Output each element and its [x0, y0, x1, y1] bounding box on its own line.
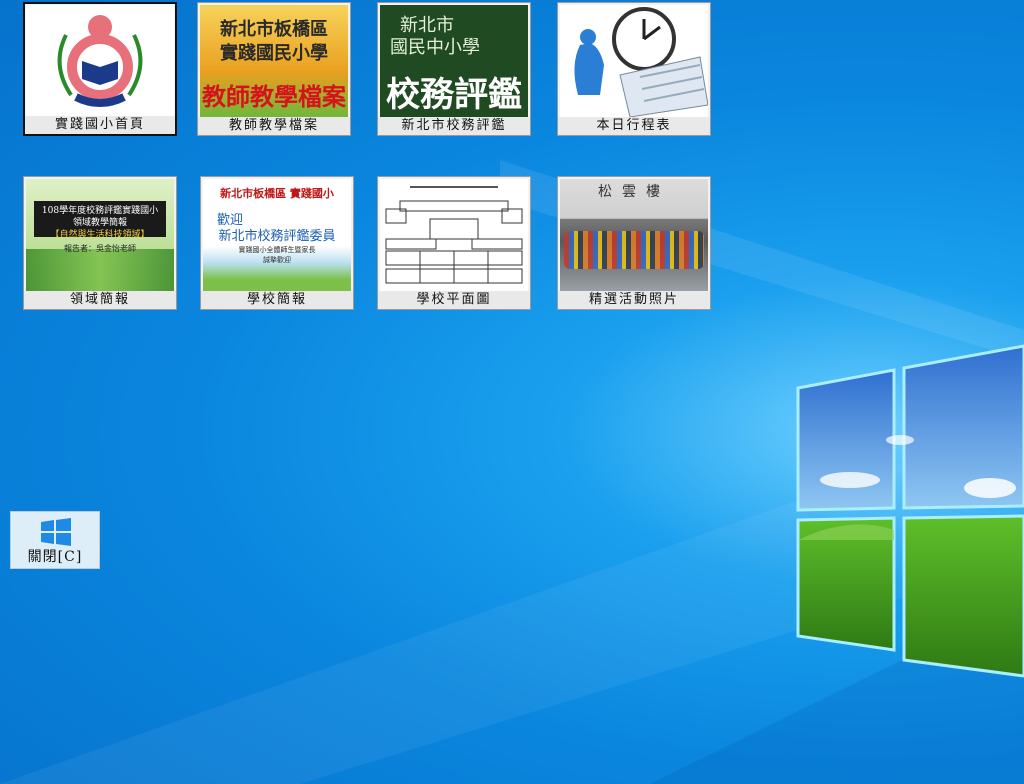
tile-label: 教師教學檔案 — [198, 117, 350, 135]
tile-school-briefing[interactable]: 新北市板橋區 實踐國小 歡迎 新北市校務評鑑委員 實踐國小全體師生暨家長 誠摯歡… — [200, 176, 354, 310]
tile-activity-photos[interactable]: 松雲樓 精選活動照片 — [557, 176, 711, 310]
tile-floor-plan[interactable]: 學校平面圖 — [377, 176, 531, 310]
school-emblem-icon — [26, 5, 174, 117]
tile-daily-schedule[interactable]: 本日行程表 — [557, 2, 711, 136]
banner-line-2: 實踐國民小學 — [220, 43, 328, 64]
chalkboard-banner: 新北市 國民中小學 校務評鑑 — [380, 5, 528, 117]
floor-plan-drawing — [380, 179, 528, 291]
slide-footer-1: 實踐國小全體師生暨家長 — [238, 246, 316, 254]
tile-school-evaluation[interactable]: 新北市 國民中小學 校務評鑑 新北市校務評鑑 — [377, 2, 531, 136]
tile-teacher-portfolio[interactable]: 新北市板橋區 實踐國民小學 教師教學檔案 教師教學檔案 — [197, 2, 351, 136]
windows-wallpaper-logo — [796, 344, 1024, 678]
slide-footer-2: 誠摯歡迎 — [263, 256, 291, 264]
tile-label: 學校平面圖 — [378, 291, 530, 309]
group-photo: 松雲樓 — [560, 179, 708, 291]
slide-line-3: 【自然與生活科技領域】 — [50, 230, 150, 240]
clock-schedule-icon — [560, 5, 708, 117]
tile-label: 領域簡報 — [24, 291, 176, 309]
windows-logo-icon — [41, 518, 71, 546]
tile-label: 學校簡報 — [201, 291, 353, 309]
slide-committee: 新北市校務評鑑委員 — [218, 229, 336, 244]
tile-label: 新北市校務評鑑 — [378, 117, 530, 135]
tile-label: 本日行程表 — [558, 117, 710, 135]
banner-line-3: 教師教學檔案 — [202, 82, 346, 111]
tile-label: 實踐國小首頁 — [25, 116, 175, 134]
banner-line-1: 新北市板橋區 — [220, 19, 328, 40]
tile-homepage[interactable]: 實踐國小首頁 — [23, 2, 177, 136]
close-button-label: 關閉[C] — [27, 549, 83, 565]
tile-domain-briefing[interactable]: 108學年度校務評鑑實踐國小 領域教學簡報 【自然與生活科技領域】 報告者：吳金… — [23, 176, 177, 310]
teacher-portfolio-banner: 新北市板橋區 實踐國民小學 教師教學檔案 — [200, 5, 348, 117]
chalk-line-2: 國民中小學 — [390, 37, 480, 58]
close-button[interactable]: 關閉[C] — [10, 511, 100, 569]
chalk-line-3: 校務評鑑 — [386, 75, 522, 115]
tile-label: 精選活動照片 — [558, 291, 710, 309]
slide-header: 新北市板橋區 實踐國小 — [220, 187, 334, 200]
slide-line-4: 報告者：吳金怡老師 — [64, 244, 136, 253]
domain-briefing-slide: 108學年度校務評鑑實踐國小 領域教學簡報 【自然與生活科技領域】 報告者：吳金… — [26, 179, 174, 291]
school-briefing-slide: 新北市板橋區 實踐國小 歡迎 新北市校務評鑑委員 實踐國小全體師生暨家長 誠摯歡… — [203, 179, 351, 291]
crowd — [564, 231, 704, 269]
leaf-decor — [26, 249, 174, 291]
building-sign: 松雲樓 — [598, 184, 670, 200]
